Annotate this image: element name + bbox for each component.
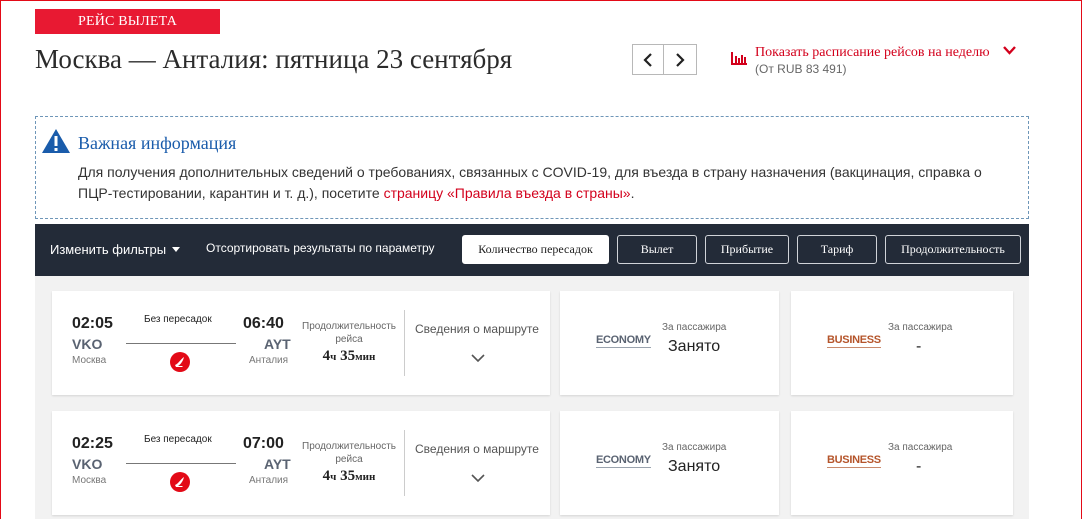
departure-time: 02:25 bbox=[72, 435, 113, 452]
duration-label: Продолжительность рейса bbox=[299, 320, 399, 346]
filters-label: Изменить фильтры bbox=[50, 242, 167, 257]
results-list: 02:05 VKO Москва Без пересадок 06:40 AYT… bbox=[35, 276, 1029, 519]
duration-label-line1: Продолжительность bbox=[302, 441, 396, 452]
previous-day-button[interactable] bbox=[632, 44, 664, 75]
chevron-down-icon[interactable] bbox=[471, 354, 485, 363]
change-filters-button[interactable]: Изменить фильтры bbox=[50, 242, 181, 257]
duration-minutes-unit: мин bbox=[355, 351, 376, 363]
arrival-airport-code: AYT bbox=[264, 336, 291, 352]
duration-label-line2: рейса bbox=[335, 454, 363, 465]
departure-airport-code: VKO bbox=[72, 456, 103, 472]
info-text: Для получения дополнительных сведений о … bbox=[78, 162, 1008, 204]
important-info-box: Важная информация Для получения дополнит… bbox=[35, 116, 1029, 219]
duration-hours-unit: ч bbox=[330, 471, 337, 483]
page-title: Москва — Анталия: пятница 23 сентября bbox=[35, 44, 513, 74]
economy-fare-card[interactable]: ECONOMY За пассажира Занято bbox=[560, 291, 779, 395]
duration-value: 4ч 35мин bbox=[299, 468, 399, 485]
info-title: Важная информация bbox=[78, 133, 237, 153]
divider bbox=[404, 310, 405, 376]
sort-departure-button[interactable]: Вылет bbox=[617, 235, 697, 264]
per-passenger-label: За пассажира bbox=[662, 442, 727, 453]
per-passenger-label: За пассажира bbox=[662, 322, 727, 333]
caret-down-icon bbox=[172, 247, 181, 252]
duration-label: Продолжительность рейса bbox=[299, 440, 399, 466]
departure-city: Москва bbox=[72, 355, 107, 366]
route-details-link[interactable]: Сведения о маршруте bbox=[415, 442, 539, 456]
departure-flight-badge: РЕЙС ВЫЛЕТА bbox=[35, 9, 220, 34]
arrival-time: 07:00 bbox=[243, 435, 284, 452]
duration-label-line2: рейса bbox=[335, 334, 363, 345]
fare-status: Занято bbox=[668, 458, 721, 475]
warning-icon bbox=[42, 129, 70, 153]
chevron-down-icon[interactable] bbox=[471, 474, 485, 483]
stops-info: Без пересадок bbox=[144, 314, 212, 325]
departure-time: 02:05 bbox=[72, 315, 113, 332]
fare-status: - bbox=[916, 338, 922, 355]
fare-status: Занято bbox=[668, 338, 721, 355]
bar-chart-icon bbox=[731, 52, 747, 65]
arrival-city: Анталия bbox=[249, 475, 289, 486]
sort-arrival-button[interactable]: Прибытие bbox=[705, 235, 789, 264]
duration-value: 4ч 35мин bbox=[299, 348, 399, 365]
duration-label-line1: Продолжительность bbox=[302, 321, 396, 332]
info-end: . bbox=[630, 185, 635, 201]
economy-cabin-label: ECONOMY bbox=[596, 454, 651, 468]
duration-minutes: 35 bbox=[340, 468, 356, 484]
flight-card: 02:25 VKO Москва Без пересадок 07:00 AYT… bbox=[52, 411, 550, 515]
per-passenger-label: За пассажира bbox=[888, 442, 953, 453]
divider bbox=[404, 430, 405, 496]
sort-duration-button[interactable]: Продолжительность bbox=[885, 235, 1021, 264]
entry-rules-link[interactable]: страницу «Правила въезда в страны» bbox=[384, 185, 631, 201]
route-line bbox=[126, 463, 236, 464]
route-details-link[interactable]: Сведения о маршруте bbox=[415, 322, 539, 336]
route-line bbox=[126, 343, 236, 344]
business-fare-card[interactable]: BUSINESS За пассажира - bbox=[791, 291, 1013, 395]
next-day-button[interactable] bbox=[664, 44, 697, 75]
chevron-down-icon[interactable] bbox=[1003, 46, 1016, 55]
flight-card: 02:05 VKO Москва Без пересадок 06:40 AYT… bbox=[52, 291, 550, 395]
arrival-city: Анталия bbox=[249, 355, 289, 366]
sort-fare-button[interactable]: Тариф bbox=[797, 235, 877, 264]
stops-info: Без пересадок bbox=[144, 434, 212, 445]
duration-hours-unit: ч bbox=[330, 351, 337, 363]
per-passenger-label: За пассажира bbox=[888, 322, 953, 333]
sort-toolbar: Изменить фильтры Отсортировать результат… bbox=[35, 224, 1029, 276]
arrival-airport-code: AYT bbox=[264, 456, 291, 472]
chevron-right-icon bbox=[676, 52, 685, 67]
fare-status: - bbox=[916, 458, 922, 475]
business-fare-card[interactable]: BUSINESS За пассажира - bbox=[791, 411, 1013, 515]
date-navigation bbox=[632, 44, 697, 75]
turkish-airlines-logo-icon bbox=[170, 352, 190, 372]
week-schedule-link[interactable]: Показать расписание рейсов на неделю bbox=[755, 45, 990, 61]
duration-minutes-unit: мин bbox=[355, 471, 376, 483]
duration-minutes: 35 bbox=[340, 348, 356, 364]
chevron-left-icon bbox=[643, 52, 652, 67]
sort-label: Отсортировать результаты по параметру bbox=[206, 241, 435, 255]
economy-cabin-label: ECONOMY bbox=[596, 334, 651, 348]
departure-city: Москва bbox=[72, 475, 107, 486]
business-cabin-label: BUSINESS bbox=[827, 454, 881, 468]
economy-fare-card[interactable]: ECONOMY За пассажира Занято bbox=[560, 411, 779, 515]
business-cabin-label: BUSINESS bbox=[827, 334, 881, 348]
arrival-time: 06:40 bbox=[243, 315, 284, 332]
week-min-price: (От RUB 83 491) bbox=[755, 62, 847, 76]
turkish-airlines-logo-icon bbox=[170, 472, 190, 492]
departure-airport-code: VKO bbox=[72, 336, 103, 352]
sort-stops-button[interactable]: Количество пересадок bbox=[462, 235, 609, 264]
